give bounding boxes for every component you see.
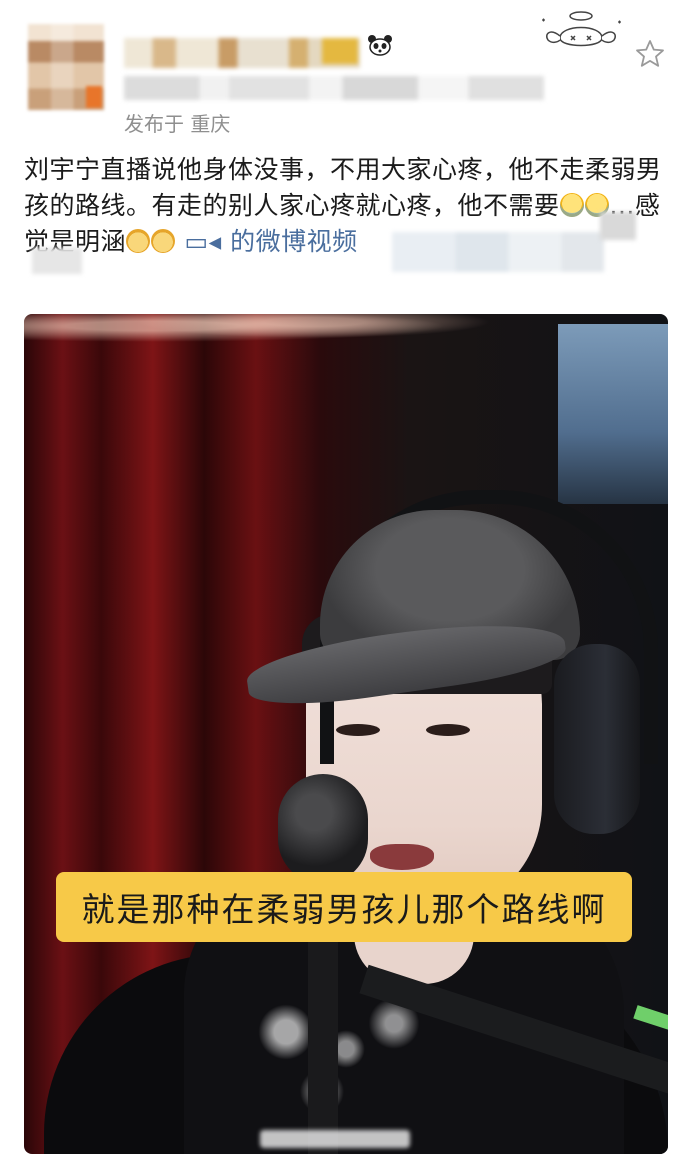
- boom-arm-accent: [633, 1005, 668, 1037]
- post-meta-blurred: [124, 76, 544, 100]
- post-video-thumbnail[interactable]: 就是那种在柔弱男孩儿那个路线啊: [24, 314, 668, 1154]
- video-icon: ▭◂: [176, 227, 231, 256]
- headphone-earcup: [554, 644, 640, 834]
- video-link-text: 的微博视频: [230, 227, 358, 256]
- microphone: [278, 774, 368, 884]
- watermark-blur: [260, 1130, 410, 1148]
- avatar[interactable]: [28, 24, 104, 110]
- person-mouth: [370, 844, 434, 870]
- video-link[interactable]: ▭◂ 的微博视频: [176, 227, 358, 256]
- censor-blur: [392, 232, 604, 272]
- verified-badge-icon: [86, 86, 102, 108]
- angel-sticker-icon: [542, 11, 621, 47]
- censor-blur: [32, 248, 82, 274]
- background-window: [558, 324, 668, 504]
- vip-badge-icon: [322, 38, 358, 64]
- video-subtitle: 就是那种在柔弱男孩儿那个路线啊: [56, 872, 632, 942]
- weibo-post-screenshot: 发布于 重庆 刘宇宁直播说他身体没事，不用大家心疼，他不走柔弱男孩的路线。有走的…: [0, 0, 690, 1158]
- favorite-star-icon[interactable]: [634, 38, 666, 70]
- cry-laughing-emoji-icon: [559, 193, 584, 217]
- censor-blur: [600, 212, 636, 240]
- panda-badge-icon: [368, 35, 392, 56]
- cat-face-emoji-icon: [126, 229, 151, 253]
- username-blurred[interactable]: [124, 38, 360, 68]
- post-location: 发布于 重庆: [124, 112, 231, 136]
- cat-face-emoji-icon: [151, 229, 176, 253]
